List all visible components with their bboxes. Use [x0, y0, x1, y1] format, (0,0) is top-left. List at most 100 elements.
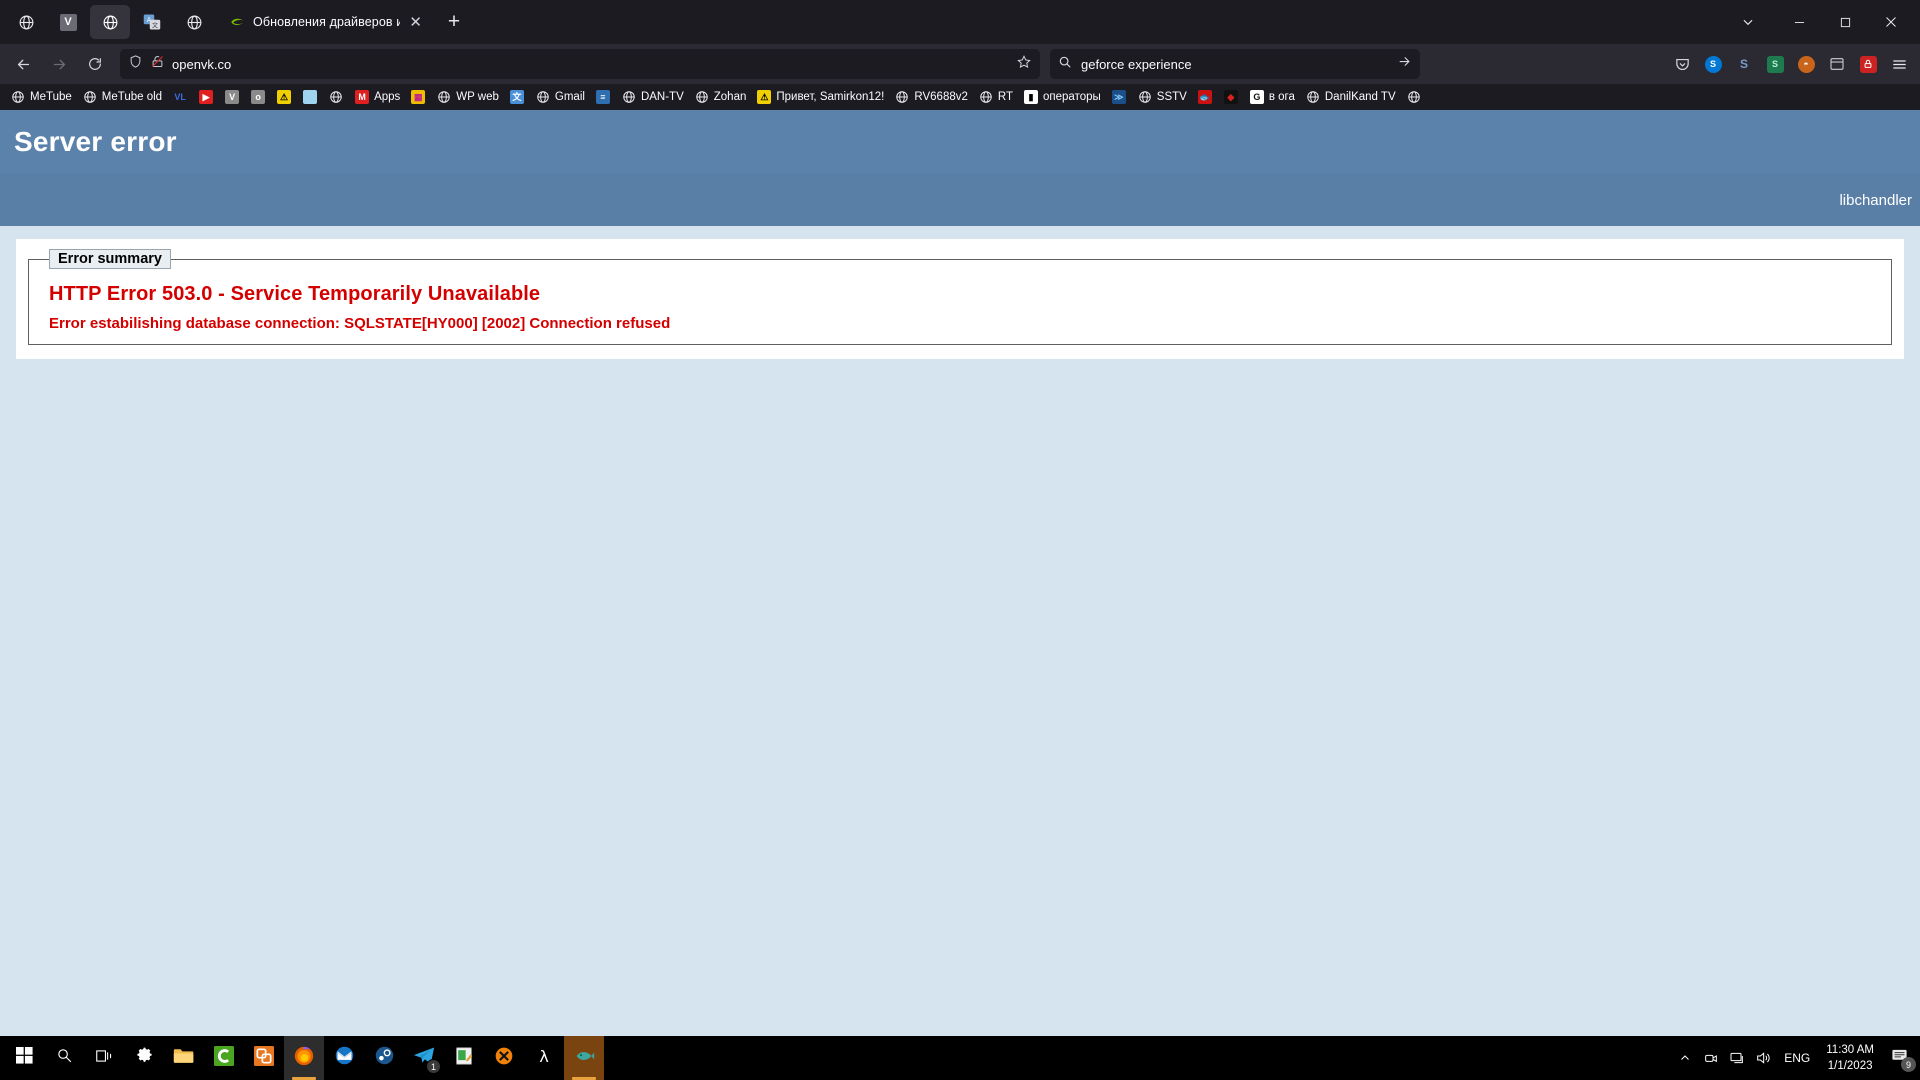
browser-tab[interactable]: Обновления драйверов и опти ✕ — [220, 5, 430, 39]
page-body: Error summary HTTP Error 503.0 - Service… — [0, 226, 1920, 359]
address-bar[interactable]: openvk.co — [120, 49, 1040, 79]
monitor-icon[interactable] — [1724, 1036, 1750, 1080]
page-subbar: libchandler — [0, 174, 1920, 226]
globe-icon — [18, 14, 35, 31]
reload-button[interactable] — [78, 48, 112, 80]
globe-icon — [1406, 89, 1422, 105]
bookmark-item-4[interactable]: V — [219, 87, 245, 107]
c-app-button[interactable] — [204, 1036, 244, 1080]
telegram-button[interactable]: 1 — [404, 1036, 444, 1080]
forward-button[interactable] — [42, 48, 76, 80]
minimize-button[interactable] — [1776, 0, 1822, 44]
globe-icon — [436, 89, 452, 105]
tray-chevron-icon[interactable] — [1672, 1036, 1698, 1080]
globe-icon — [82, 89, 98, 105]
search-input[interactable]: geforce experience — [1081, 57, 1388, 72]
ublock-origin-icon[interactable]: ◓ — [1791, 49, 1821, 79]
camera-icon[interactable] — [1698, 1036, 1724, 1080]
search-go-icon[interactable] — [1397, 54, 1412, 74]
list-all-tabs-button[interactable] — [1728, 5, 1768, 39]
pinned-tab-globe-1[interactable] — [6, 5, 46, 39]
bookmark-item-10[interactable]: ▦ — [405, 87, 431, 107]
back-button[interactable] — [6, 48, 40, 80]
bookmark-item-rt[interactable]: RT — [973, 87, 1018, 107]
vmware-button[interactable] — [244, 1036, 284, 1080]
notification-center-button[interactable]: 9 — [1882, 1036, 1916, 1080]
notepad-button[interactable] — [444, 1036, 484, 1080]
bookmark-item-apps[interactable]: M Apps — [349, 87, 405, 107]
bookmark-item-metube-old[interactable]: MeTube old — [77, 87, 167, 107]
error-summary-fieldset: Error summary HTTP Error 503.0 - Service… — [28, 249, 1892, 345]
bookmark-item-danilkand-tv[interactable]: DanilKand TV — [1300, 87, 1401, 107]
close-window-button[interactable] — [1868, 0, 1914, 44]
globe-icon — [535, 89, 551, 105]
bookmark-item-14[interactable]: ≡ — [590, 87, 616, 107]
bookmark-item-gmail[interactable]: Gmail — [530, 87, 590, 107]
steam-button[interactable] — [364, 1036, 404, 1080]
lambda-button[interactable]: λ — [524, 1036, 564, 1080]
language-indicator[interactable]: ENG — [1776, 1051, 1818, 1065]
maximize-button[interactable] — [1822, 0, 1868, 44]
bookmark-item-24[interactable]: ◆ — [1218, 87, 1244, 107]
bookmark-star-icon[interactable] — [1016, 54, 1032, 75]
green-c-icon — [214, 1045, 234, 1071]
search-icon — [1058, 55, 1072, 74]
thunderbird-button[interactable] — [324, 1036, 364, 1080]
new-tab-button[interactable]: + — [438, 6, 470, 38]
close-icon[interactable]: ✕ — [407, 13, 424, 32]
bookmark-label: Apps — [374, 91, 401, 103]
fish-app-button[interactable] — [564, 1036, 604, 1080]
clock[interactable]: 11:30 AM 1/1/2023 — [1818, 1042, 1882, 1074]
bookmark-item-операторы[interactable]: ▮ операторы — [1018, 87, 1106, 107]
bookmark-item-metube[interactable]: MeTube — [5, 87, 77, 107]
magnifier-icon — [56, 1047, 73, 1069]
task-view-button[interactable] — [84, 1036, 124, 1080]
s-extension-icon[interactable]: S — [1729, 49, 1759, 79]
bookmark-item-6[interactable]: ⚠ — [271, 87, 297, 107]
x-app-button[interactable] — [484, 1036, 524, 1080]
bookmark-item-в-ога[interactable]: Gв ога — [1244, 87, 1300, 107]
page-header: Server error — [0, 110, 1920, 174]
user-label[interactable]: libchandler — [1839, 192, 1912, 209]
blue-swoosh-icon: ≫ — [1111, 89, 1127, 105]
pinned-tab-globe-active[interactable] — [90, 5, 130, 39]
bookmark-item-8[interactable] — [323, 87, 349, 107]
s-green-extension-icon[interactable]: S — [1760, 49, 1790, 79]
bookmark-item-привет-samirkon12[interactable]: ⚠ Привет, Samirkon12! — [751, 87, 889, 107]
bookmark-item-wp-web[interactable]: WP web — [431, 87, 504, 107]
bookmark-item-12[interactable]: 文 — [504, 87, 530, 107]
bookmark-item-sstv[interactable]: SSTV — [1132, 87, 1192, 107]
search-bar[interactable]: geforce experience — [1050, 49, 1420, 79]
translate-icon: 文 — [509, 89, 525, 105]
bookmark-item-27[interactable] — [1401, 87, 1427, 107]
search-button[interactable] — [44, 1036, 84, 1080]
globe-icon — [1305, 89, 1321, 105]
firefox-button[interactable] — [284, 1036, 324, 1080]
broken-lock-icon[interactable] — [150, 54, 165, 74]
bookmark-item-5[interactable]: o — [245, 87, 271, 107]
red-diamond-icon: ◆ — [1223, 89, 1239, 105]
bookmark-item-23[interactable]: 🐟 — [1192, 87, 1218, 107]
bookmark-item-2[interactable]: VL — [167, 87, 193, 107]
shield-icon[interactable] — [128, 54, 143, 74]
bookmark-item-rv6688v2[interactable]: RV6688v2 — [889, 87, 973, 107]
bookmark-label: MeTube old — [101, 91, 163, 103]
red-lock-extension-icon[interactable] — [1853, 49, 1883, 79]
volume-icon[interactable] — [1750, 1036, 1776, 1080]
start-button[interactable] — [4, 1036, 44, 1080]
bookmark-item-7[interactable] — [297, 87, 323, 107]
bookmark-item-21[interactable]: ≫ — [1106, 87, 1132, 107]
skype-extension-icon[interactable]: S — [1698, 49, 1728, 79]
app-menu-icon[interactable] — [1884, 49, 1914, 79]
screenshot-extension-icon[interactable] — [1822, 49, 1852, 79]
task-view-icon — [95, 1048, 113, 1069]
pocket-icon[interactable] — [1667, 49, 1697, 79]
file-explorer-button[interactable] — [164, 1036, 204, 1080]
pinned-tab-globe-2[interactable] — [174, 5, 214, 39]
settings-button[interactable] — [124, 1036, 164, 1080]
bookmark-item-3[interactable]: ▶ — [193, 87, 219, 107]
pinned-tab-vk[interactable]: V — [48, 5, 88, 39]
pinned-tab-translate[interactable]: A 文 — [132, 5, 172, 39]
bookmark-item-dan-tv[interactable]: DAN-TV — [616, 87, 689, 107]
bookmark-item-zohan[interactable]: Zohan — [689, 87, 752, 107]
